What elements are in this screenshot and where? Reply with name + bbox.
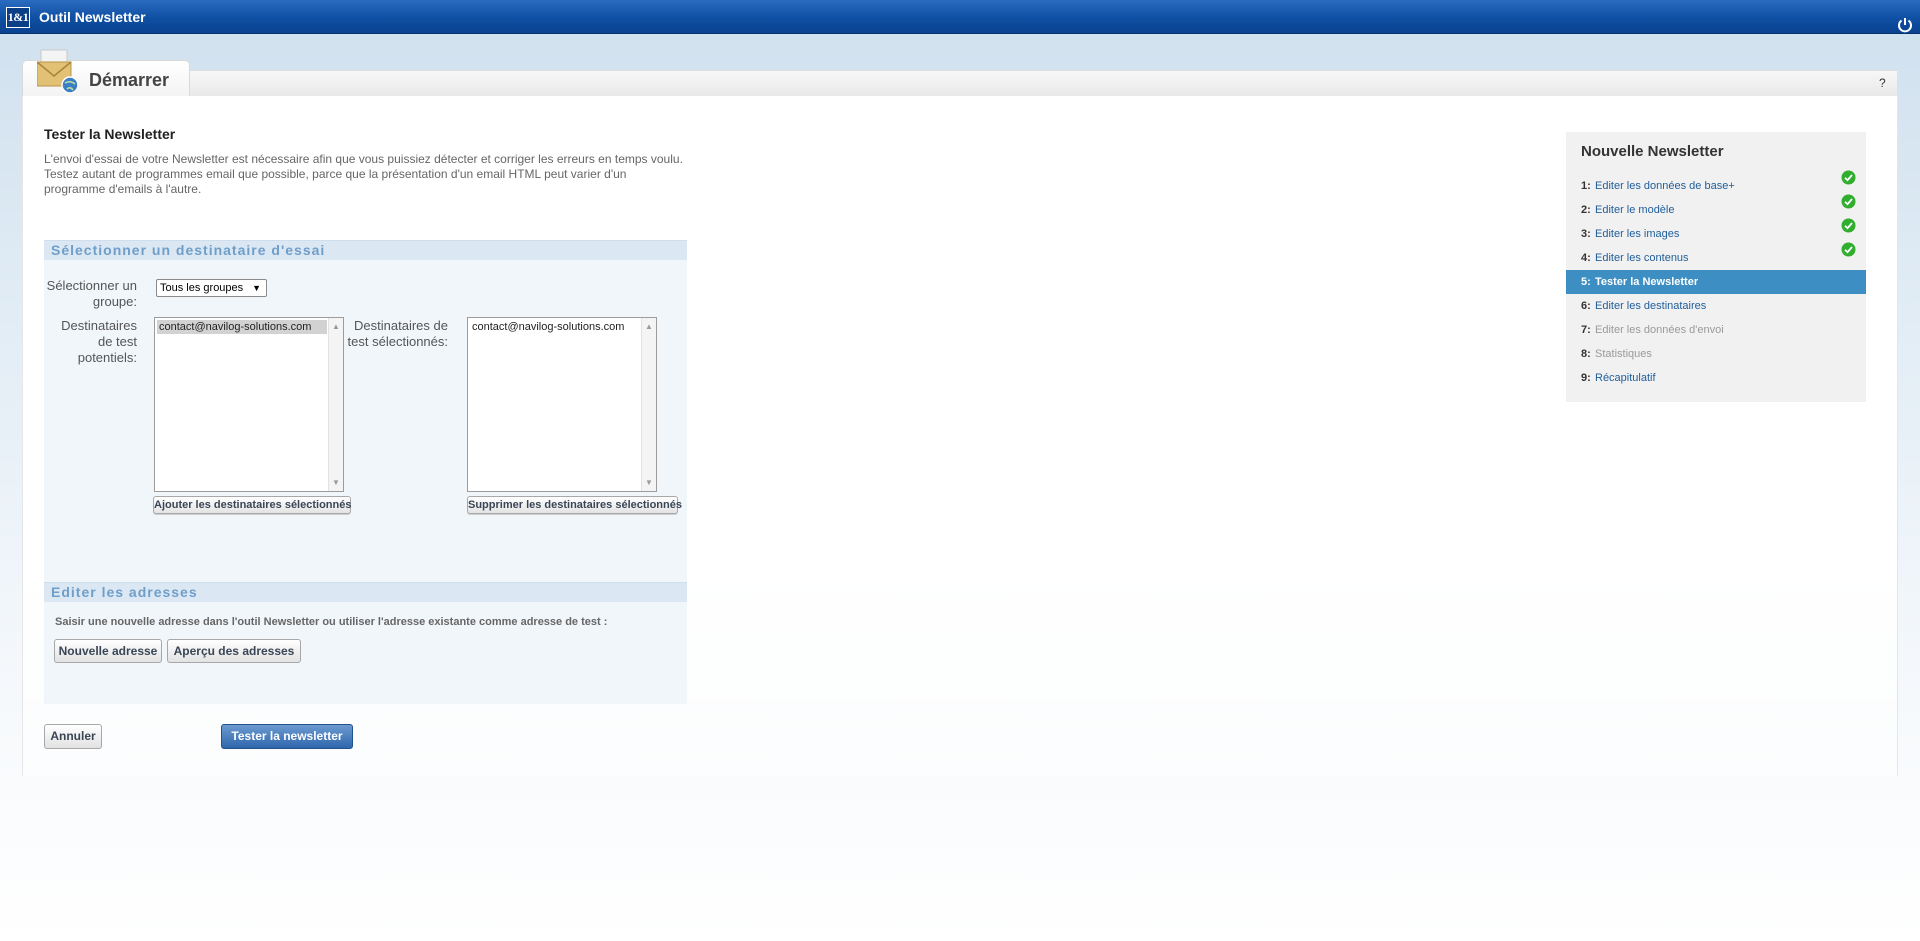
- step-label: Statistiques: [1595, 348, 1652, 360]
- scroll-down-icon[interactable]: ▼: [645, 478, 653, 487]
- selected-recipients-label: Destinataires de test sélectionnés:: [347, 318, 448, 349]
- scroll-up-icon[interactable]: ▲: [645, 322, 653, 331]
- step-label: Editer le modèle: [1595, 204, 1675, 216]
- help-icon[interactable]: ?: [1879, 76, 1886, 90]
- step-label: Editer les images: [1595, 228, 1680, 240]
- step-item-1[interactable]: 1: Editer les données de base+: [1566, 174, 1866, 198]
- step-number: 3:: [1581, 228, 1591, 240]
- step-number: 1:: [1581, 180, 1591, 192]
- step-item-6[interactable]: 6: Editer les destinataires: [1566, 294, 1866, 318]
- step-label: Tester la Newsletter: [1595, 276, 1699, 288]
- step-number: 2:: [1581, 204, 1591, 216]
- step-label: Editer les données d'envoi: [1595, 324, 1724, 336]
- step-item-4[interactable]: 4: Editer les contenus: [1566, 246, 1866, 270]
- check-icon: [1841, 170, 1856, 185]
- step-number: 8:: [1581, 348, 1591, 360]
- step-label: Editer les données de base+: [1595, 180, 1735, 192]
- check-icon: [1841, 218, 1856, 233]
- check-icon: [1841, 194, 1856, 209]
- cancel-button[interactable]: Annuler: [44, 724, 102, 749]
- scroll-down-icon[interactable]: ▼: [332, 478, 340, 487]
- app-title: Outil Newsletter: [39, 9, 146, 25]
- step-number: 6:: [1581, 300, 1591, 312]
- add-recipients-button[interactable]: Ajouter les destinataires sélectionnés: [153, 496, 351, 514]
- dropdown-arrow-icon: ▼: [252, 283, 261, 293]
- group-select[interactable]: Tous les groupes ▼: [156, 279, 267, 297]
- group-label: Sélectionner un groupe:: [46, 278, 137, 309]
- address-section-heading: Editer les adresses: [44, 582, 687, 602]
- list-item[interactable]: contact@navilog-solutions.com: [470, 320, 640, 334]
- step-number: 9:: [1581, 372, 1591, 384]
- list-item[interactable]: contact@navilog-solutions.com: [157, 320, 327, 334]
- intro-text: L'envoi d'essai de votre Newsletter est …: [44, 152, 683, 196]
- step-item-3[interactable]: 3: Editer les images: [1566, 222, 1866, 246]
- step-label: Récapitulatif: [1595, 372, 1656, 384]
- potential-recipients-list[interactable]: contact@navilog-solutions.com ▲ ▼: [154, 317, 344, 492]
- recipient-section-heading: Sélectionner un destinataire d'essai: [44, 240, 687, 260]
- page-title: Tester la Newsletter: [44, 126, 176, 142]
- scroll-up-icon[interactable]: ▲: [332, 322, 340, 331]
- step-item-9[interactable]: 9: Récapitulatif: [1566, 366, 1866, 390]
- step-item-8: 8: Statistiques: [1566, 342, 1866, 366]
- tab-strip: [22, 70, 1898, 96]
- step-number: 7:: [1581, 324, 1591, 336]
- step-number: 4:: [1581, 252, 1591, 264]
- check-icon: [1841, 242, 1856, 257]
- remove-recipients-button[interactable]: Supprimer les destinataires sélectionnés: [467, 496, 682, 514]
- scrollbar[interactable]: ▲ ▼: [641, 318, 656, 491]
- envelope-globe-icon: [37, 49, 79, 94]
- address-help-text: Saisir une nouvelle adresse dans l'outil…: [55, 616, 608, 628]
- top-bar: 1&1 Outil Newsletter: [0, 0, 1920, 34]
- group-select-value: Tous les groupes: [160, 282, 244, 294]
- new-address-button[interactable]: Nouvelle adresse: [54, 639, 162, 663]
- potential-recipients-label: Destinataires de test potentiels:: [61, 318, 137, 365]
- step-label: Editer les contenus: [1595, 252, 1689, 264]
- step-item-2[interactable]: 2: Editer le modèle: [1566, 198, 1866, 222]
- step-item-7: 7: Editer les données d'envoi: [1566, 318, 1866, 342]
- brand-logo: 1&1: [6, 7, 30, 28]
- selected-recipients-list[interactable]: contact@navilog-solutions.com ▲ ▼: [467, 317, 657, 492]
- address-overview-button[interactable]: Aperçu des adresses: [167, 639, 301, 663]
- step-label: Editer les destinataires: [1595, 300, 1707, 312]
- step-number: 5:: [1581, 276, 1591, 288]
- power-icon[interactable]: [1896, 16, 1914, 34]
- tab-label: Démarrer: [89, 70, 170, 90]
- steps-title: Nouvelle Newsletter: [1581, 143, 1724, 160]
- step-item-5[interactable]: 5: Tester la Newsletter: [1566, 270, 1866, 294]
- test-newsletter-button[interactable]: Tester la newsletter: [221, 724, 353, 749]
